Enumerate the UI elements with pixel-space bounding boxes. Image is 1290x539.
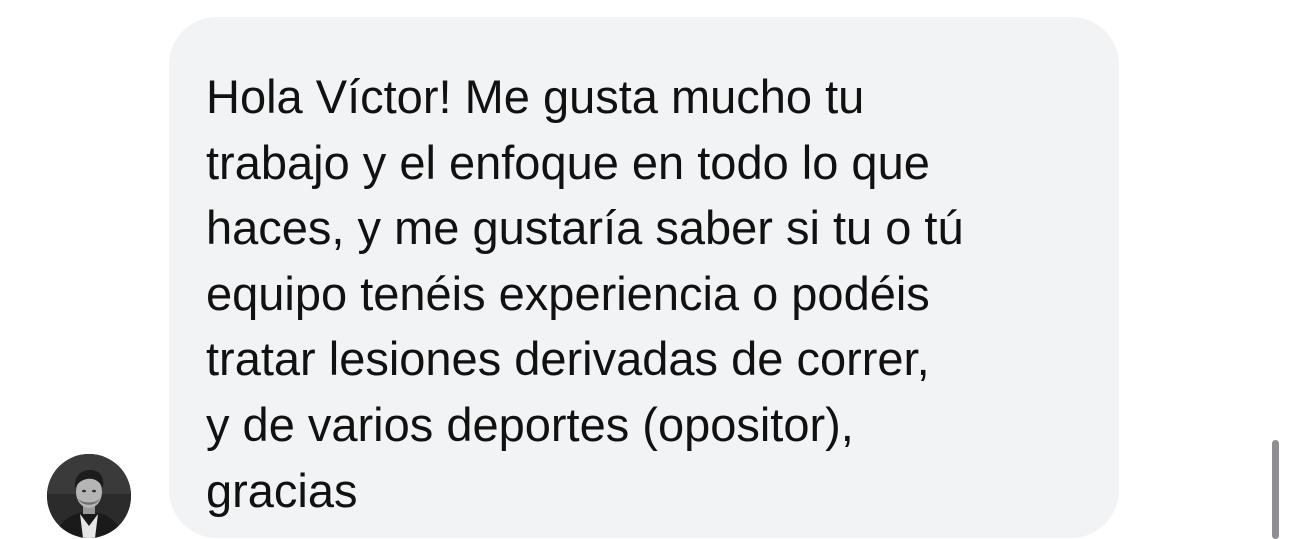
chat-screen: Hola Víctor! Me gusta mucho tu trabajo y…	[0, 0, 1290, 539]
message-line: Hola Víctor! Me gusta mucho tu	[206, 70, 865, 123]
message-line: equipo tenéis experiencia o podéis	[206, 266, 930, 320]
scrollbar-thumb[interactable]	[1272, 440, 1279, 539]
message-line: tratar lesiones derivadas de correr,	[206, 332, 930, 386]
incoming-message-bubble[interactable]: Hola Víctor! Me gusta mucho tu trabajo y…	[169, 17, 1119, 538]
profile-photo-icon	[47, 454, 131, 538]
sender-avatar[interactable]	[47, 454, 131, 538]
message-line: gracias	[206, 463, 358, 517]
message-line: trabajo y el enfoque en todo lo que	[206, 135, 930, 189]
message-line: haces, y me gustaría saber si tu o tú	[206, 201, 964, 255]
message-line: y de varios deportes (opositor),	[206, 397, 854, 451]
